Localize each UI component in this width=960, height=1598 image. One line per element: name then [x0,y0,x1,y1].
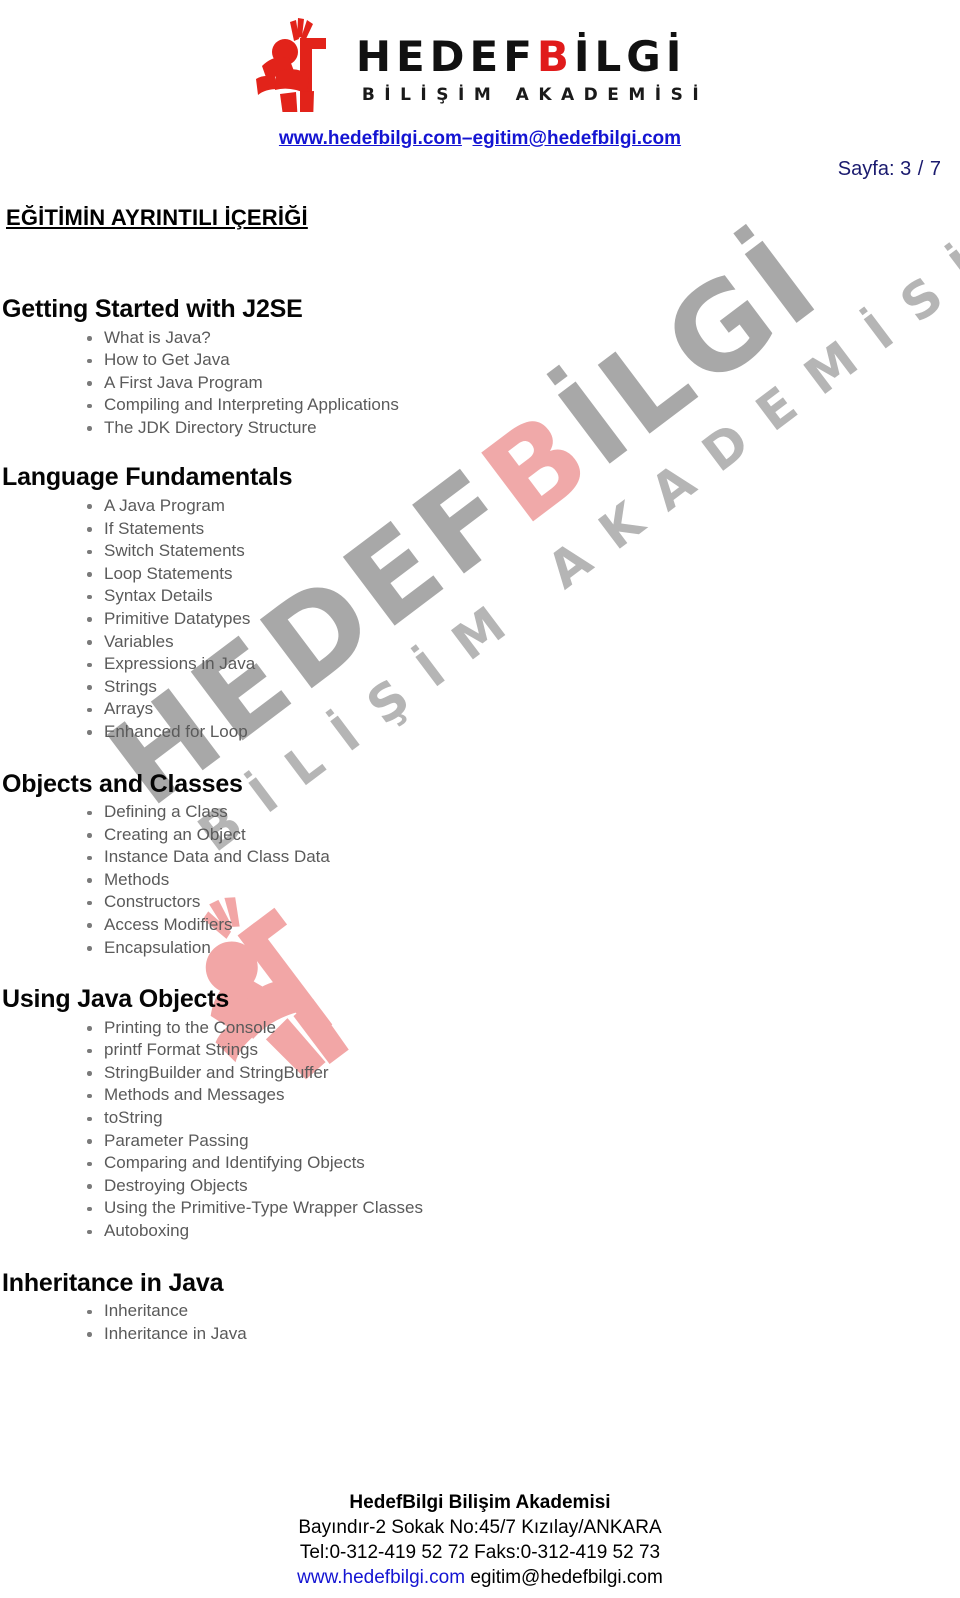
section-bullet-list: Defining a Class Creating an Object Inst… [0,801,960,959]
logo-subtitle: BİLİŞİM AKADEMİSİ [361,85,709,105]
page-label: Sayfa: [837,158,895,180]
list-item: Arrays [86,698,960,721]
list-item: A First Java Program [86,372,960,395]
section-heading: Objects and Classes [2,769,243,798]
list-item: Syntax Details [86,585,960,608]
list-item: Destroying Objects [86,1175,960,1198]
list-item: How to Get Java [86,349,960,372]
section-bullet-list: Printing to the Console printf Format St… [0,1017,960,1243]
section-bullet-list: A Java Program If Statements Switch Stat… [0,495,960,744]
list-item: If Statements [86,518,960,541]
logo-text: HEDEFBİLGİ BİLİŞİM AKADEMİSİ [356,14,709,106]
list-item: printf Format Strings [86,1039,960,1062]
list-item: A Java Program [86,495,960,518]
list-item: Creating an Object [86,824,960,847]
list-item: Expressions in Java [86,653,960,676]
list-item: Loop Statements [86,563,960,586]
logo-word-hedef: HEDEF [355,32,537,81]
footer-email: egitim@hedefbilgi.com [470,1567,663,1588]
section-heading: Language Fundamentals [2,463,293,492]
list-item: Constructors [86,891,960,914]
page-separator: / [917,158,925,180]
page-header: HEDEFBİLGİ BİLİŞİM AKADEMİSİ [0,0,960,114]
list-item: Inheritance in Java [86,1323,960,1346]
page-current: 3 [900,158,913,180]
page-footer: HedefBilgi Bilişim Akademisi Bayındır-2 … [0,1490,960,1590]
list-item: Variables [86,631,960,654]
email-link[interactable]: egitim@hedefbilgi.com [473,128,682,149]
logo-word-b: B [536,32,574,81]
list-item: Enhanced for Loop [86,721,960,744]
section-bullet-list: Inheritance Inheritance in Java [0,1300,960,1345]
logo-wordmark: HEDEFBİLGİ [356,36,708,78]
section-using-java-objects: Using Java Objects Printing to the Conso… [0,985,960,1242]
list-item: Strings [86,676,960,699]
logo-word-ilgi: İLGİ [573,32,687,81]
list-item: Primitive Datatypes [86,608,960,631]
list-item: Parameter Passing [86,1130,960,1153]
list-item: toString [86,1107,960,1130]
page-title: EĞİTİMİN AYRINTILI İÇERİĞİ [6,205,308,230]
list-item: Access Modifiers [86,914,960,937]
footer-phone-fax: Tel:0-312-419 52 72 Faks:0-312-419 52 73 [299,1542,661,1563]
section-getting-started: Getting Started with J2SE What is Java? … [0,295,960,439]
page-total: 7 [929,158,942,180]
list-item: What is Java? [86,327,960,350]
section-inheritance-in-java: Inheritance in Java Inheritance Inherita… [0,1269,960,1346]
list-item: Defining a Class [86,801,960,824]
list-item: Switch Statements [86,540,960,563]
list-item: Using the Primitive-Type Wrapper Classes [86,1197,960,1220]
footer-company-name: HedefBilgi Bilişim Akademisi [349,1492,611,1513]
list-item: Compiling and Interpreting Applications [86,394,960,417]
list-item: StringBuilder and StringBuffer [86,1062,960,1085]
website-link[interactable]: www.hedefbilgi.com [279,128,462,149]
list-item: Methods and Messages [86,1084,960,1107]
company-logo: HEDEFBİLGİ BİLİŞİM AKADEMİSİ [252,14,708,114]
section-heading: Using Java Objects [2,985,230,1014]
section-language-fundamentals: Language Fundamentals A Java Program If … [0,463,960,743]
list-item: Encapsulation [86,937,960,960]
footer-contact: www.hedefbilgi.com egitim@hedefbilgi.com [0,1565,960,1590]
list-item: Methods [86,869,960,892]
list-item: Printing to the Console [86,1017,960,1040]
page-indicator: Sayfa: 3 / 7 [838,158,942,181]
document-content: EĞİTİMİN AYRINTILI İÇERİĞİ Getting Start… [0,205,960,1345]
section-objects-and-classes: Objects and Classes Defining a Class Cre… [0,770,960,960]
list-item: Comparing and Identifying Objects [86,1152,960,1175]
list-item: Autoboxing [86,1220,960,1243]
footer-address: Bayındır-2 Sokak No:45/7 Kızılay/ANKARA [298,1517,662,1538]
list-item: Instance Data and Class Data [86,846,960,869]
section-heading: Getting Started with J2SE [2,295,303,323]
list-item: The JDK Directory Structure [86,417,960,440]
section-bullet-list: What is Java? How to Get Java A First Ja… [0,327,960,440]
link-separator: – [461,128,473,149]
section-heading: Inheritance in Java [2,1268,224,1297]
hedefbilgi-figure-icon [255,18,326,112]
footer-website-link[interactable]: www.hedefbilgi.com [297,1567,465,1588]
header-links: www.hedefbilgi.com–egitim@hedefbilgi.com [0,128,960,150]
list-item: Inheritance [86,1300,960,1323]
